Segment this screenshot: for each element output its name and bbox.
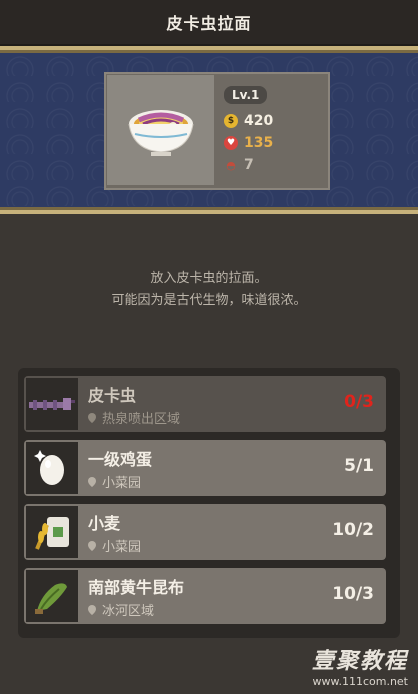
map-pin-icon <box>88 412 96 423</box>
price-stat: $ 420 <box>224 110 324 132</box>
description-line-1: 放入皮卡虫的拉面。 <box>150 271 268 286</box>
ingredient-location-text: 冰河区域 <box>102 604 155 619</box>
map-pin-icon <box>88 604 96 615</box>
ingredient-location: 小菜园 <box>88 472 141 491</box>
watermark: 壹聚教程 www.111com.net <box>312 643 408 688</box>
ingredient-name: 小麦 <box>88 514 121 533</box>
bowl-icon: ◓ <box>226 158 236 172</box>
ingredient-row[interactable]: 小麦 小菜园 10/2 <box>24 504 386 560</box>
ingredient-location-text: 小菜园 <box>102 540 142 555</box>
ingredient-location-text: 小菜园 <box>102 476 142 491</box>
egg-icon <box>26 442 78 494</box>
ingredient-count: 0/3 <box>344 392 374 412</box>
servings-value: 7 <box>244 157 254 173</box>
ingredient-location: 热泉喷出区域 <box>88 408 180 427</box>
ingredient-count: 10/3 <box>332 584 374 604</box>
heart-icon: ♥ <box>224 136 238 150</box>
ingredient-count: 5/1 <box>344 456 374 476</box>
appeal-value: 135 <box>244 135 274 151</box>
ingredient-location: 冰河区域 <box>88 600 154 619</box>
description-line-2: 可能因为是古代生物，味道很浓。 <box>111 293 307 308</box>
page-title: 皮卡虫拉面 <box>0 0 418 46</box>
ingredient-row[interactable]: 南部黄牛昆布 冰河区域 10/3 <box>24 568 386 624</box>
ingredient-list: 皮卡虫 热泉喷出区域 0/3 一级鸡蛋 小菜园 5/1 小麦 小菜园 10/2 … <box>18 368 400 638</box>
watermark-brand: 壹聚教程 <box>311 649 408 674</box>
ingredient-row[interactable]: 皮卡虫 热泉喷出区域 0/3 <box>24 376 386 432</box>
ramen-bowl-icon <box>107 75 214 185</box>
map-pin-icon <box>88 540 96 551</box>
watermark-url: www.111com.net <box>312 675 408 688</box>
dish-card: Lv.1 $ 420 ♥ 135 ◓ 7 <box>104 72 330 190</box>
pika-bug-icon <box>26 378 78 430</box>
kelp-icon <box>26 570 78 622</box>
ingredient-name: 南部黄牛昆布 <box>88 578 185 597</box>
level-badge: Lv.1 <box>224 86 268 104</box>
price-value: 420 <box>244 113 274 129</box>
appeal-stat: ♥ 135 <box>224 132 324 154</box>
gold-coin-icon: $ <box>224 114 238 128</box>
map-pin-icon <box>88 476 96 487</box>
servings-stat: ◓ 7 <box>224 154 324 176</box>
dish-stats: Lv.1 $ 420 ♥ 135 ◓ 7 <box>224 84 324 176</box>
ingredient-location-text: 热泉喷出区域 <box>102 412 181 427</box>
dish-description: 放入皮卡虫的拉面。 可能因为是古代生物，味道很浓。 <box>0 268 418 312</box>
ingredient-location: 小菜园 <box>88 536 141 555</box>
ingredient-name: 一级鸡蛋 <box>88 450 153 469</box>
ingredient-name: 皮卡虫 <box>88 386 137 405</box>
ingredient-row[interactable]: 一级鸡蛋 小菜园 5/1 <box>24 440 386 496</box>
wheat-sack-icon <box>26 506 78 558</box>
ingredient-count: 10/2 <box>332 520 374 540</box>
